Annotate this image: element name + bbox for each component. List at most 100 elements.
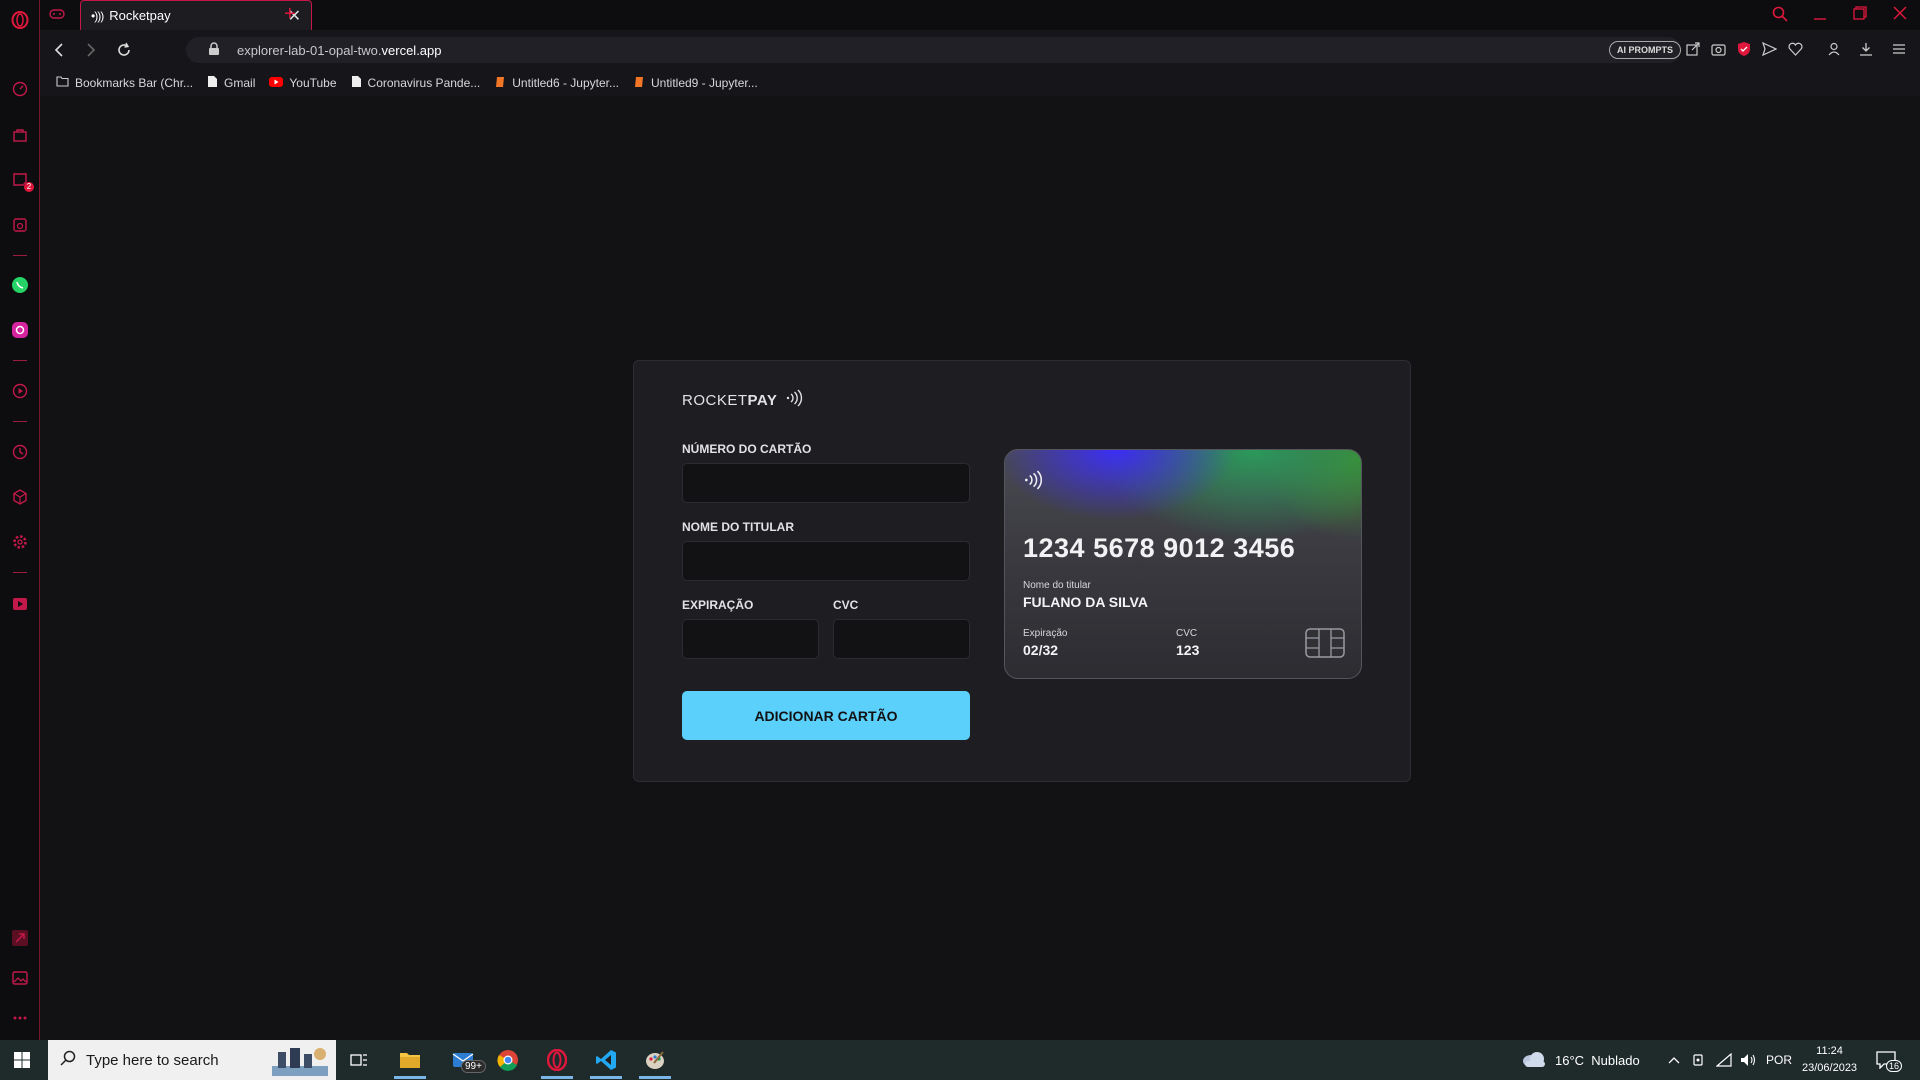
contactless-icon [785, 389, 803, 411]
close-window-icon[interactable] [1893, 6, 1907, 25]
jupyter-icon [494, 76, 506, 91]
pinboard-icon[interactable] [10, 928, 30, 948]
tray-chevron-icon[interactable] [1668, 1040, 1680, 1080]
jupyter-icon [633, 76, 645, 91]
bookmarks-bar: Bookmarks Bar (Chr... Gmail YouTube Coro… [40, 70, 1920, 96]
minimize-icon[interactable] [1813, 6, 1827, 27]
opera-logo-icon[interactable] [10, 10, 30, 30]
video-popout-icon[interactable] [10, 594, 30, 614]
search-placeholder: Type here to search [86, 1051, 219, 1069]
gallery-image-icon[interactable] [10, 968, 30, 988]
browser-sidebar: 2 [0, 0, 40, 1040]
forward-icon[interactable] [84, 42, 98, 63]
sidebar-divider [13, 572, 27, 573]
url-domain-prefix: explorer-lab-01-opal-two. [237, 43, 382, 58]
tab-rocketpay[interactable]: •))) Rocketpay ✕ [80, 0, 312, 30]
cloud-icon [1521, 1050, 1547, 1071]
card-number-display: 1234 5678 9012 3456 [1023, 533, 1296, 563]
more-dots-icon[interactable] [10, 1008, 30, 1028]
history-clock-icon[interactable] [10, 442, 30, 462]
gamepad-icon[interactable] [49, 7, 65, 26]
weather-text: 16°C Nublado [1555, 1052, 1640, 1068]
bookmark-item[interactable]: Untitled9 - Jupyter... [633, 76, 758, 91]
bookmark-label: YouTube [289, 76, 337, 90]
card-preview: 1234 5678 9012 3456 Nome do titular FULA… [1004, 449, 1362, 679]
video-play-icon[interactable] [10, 381, 30, 401]
notifications-icon[interactable]: 16 [1876, 1040, 1903, 1080]
chip-icon [1305, 628, 1345, 663]
speed-dial-icon[interactable] [10, 79, 30, 99]
expiration-input[interactable] [682, 619, 819, 659]
notification-count: 16 [1886, 1060, 1903, 1072]
bookmark-item[interactable]: Coronavirus Pande... [351, 75, 481, 91]
youtube-icon [269, 76, 284, 90]
rocketpay-logo: ROCKET PAY [682, 389, 803, 411]
send-icon[interactable] [1761, 41, 1778, 61]
bookmark-item[interactable]: Gmail [207, 75, 255, 91]
tab-title: Rocketpay [109, 8, 171, 23]
lock-icon[interactable] [208, 42, 220, 61]
bookmark-item[interactable]: Bookmarks Bar (Chr... [56, 76, 193, 90]
address-bar: explorer-lab-01-opal-two.vercel.app AI P… [40, 30, 1920, 70]
share-icon[interactable] [1686, 42, 1700, 61]
page-icon [351, 75, 362, 91]
cvc-label: CVC [833, 598, 859, 612]
weather-widget[interactable]: 16°C Nublado [1521, 1040, 1640, 1080]
sidebar-divider [13, 421, 27, 422]
card-number-label: Número do cartão [682, 442, 812, 456]
bookmark-label: Coronavirus Pande... [367, 76, 481, 90]
bookmark-item[interactable]: Untitled6 - Jupyter... [494, 76, 619, 91]
file-explorer-icon[interactable] [388, 1040, 432, 1080]
new-tab-icon[interactable]: + [284, 3, 296, 26]
cvc-display: 123 [1176, 642, 1200, 658]
settings-gear-icon[interactable] [10, 532, 30, 552]
holder-name-input[interactable] [682, 541, 970, 581]
instagram-icon[interactable] [10, 320, 30, 340]
url-field[interactable]: explorer-lab-01-opal-two.vercel.app [186, 37, 1681, 63]
expiration-label: Expiração [682, 598, 754, 612]
mail-icon[interactable]: 99+ [441, 1040, 486, 1080]
cvc-input[interactable] [833, 619, 970, 659]
taskbar-search[interactable]: Type here to search [48, 1040, 336, 1080]
back-icon[interactable] [52, 42, 66, 63]
camera-icon[interactable] [1711, 42, 1726, 61]
whatsapp-icon[interactable] [10, 275, 30, 295]
paint-icon[interactable] [633, 1040, 677, 1080]
clock-time: 11:24 [1816, 1045, 1843, 1057]
reload-icon[interactable] [116, 42, 132, 63]
player-icon[interactable] [10, 215, 30, 235]
wireless-icon: •))) [91, 8, 104, 23]
holder-name-label: Nome do titular [682, 520, 794, 534]
language-indicator[interactable]: POR [1766, 1040, 1792, 1080]
wifi-icon[interactable] [1716, 1040, 1732, 1080]
page-icon [207, 75, 218, 91]
add-card-button[interactable]: ADICIONAR CARTÃO [682, 691, 970, 740]
search-tabs-icon[interactable] [1772, 6, 1788, 27]
sidebar-divider [13, 255, 27, 256]
bookmark-item[interactable]: YouTube [269, 76, 337, 90]
opera-taskbar-icon[interactable] [535, 1040, 579, 1080]
restore-icon[interactable] [1853, 6, 1867, 25]
volume-icon[interactable] [1740, 1040, 1756, 1080]
task-view-icon[interactable] [337, 1040, 381, 1080]
mail-badge: 99+ [461, 1060, 486, 1073]
bookmark-label: Untitled9 - Jupyter... [650, 76, 758, 90]
meet-now-icon[interactable] [1692, 1040, 1706, 1080]
shopping-bag-icon[interactable] [10, 125, 30, 145]
chrome-icon[interactable] [486, 1040, 530, 1080]
profile-icon[interactable] [1827, 42, 1841, 61]
search-highlight-image [272, 1044, 328, 1076]
easy-setup-menu-icon[interactable] [1892, 42, 1906, 61]
heart-icon[interactable] [1788, 42, 1803, 61]
twitch-icon[interactable]: 2 [10, 170, 34, 192]
card-number-input[interactable] [682, 463, 970, 503]
vscode-icon[interactable] [584, 1040, 628, 1080]
adblock-shield-icon[interactable] [1737, 41, 1751, 62]
cvc-caption: CVC [1176, 628, 1198, 639]
download-icon[interactable] [1859, 42, 1873, 61]
extensions-cube-icon[interactable] [10, 487, 30, 507]
ai-prompts-button[interactable]: AI PROMPTS [1609, 41, 1682, 59]
bookmark-label: Bookmarks Bar (Chr... [75, 76, 194, 90]
windows-start-icon[interactable] [0, 1040, 44, 1080]
clock[interactable]: 11:24 23/06/2023 [1802, 1040, 1857, 1080]
